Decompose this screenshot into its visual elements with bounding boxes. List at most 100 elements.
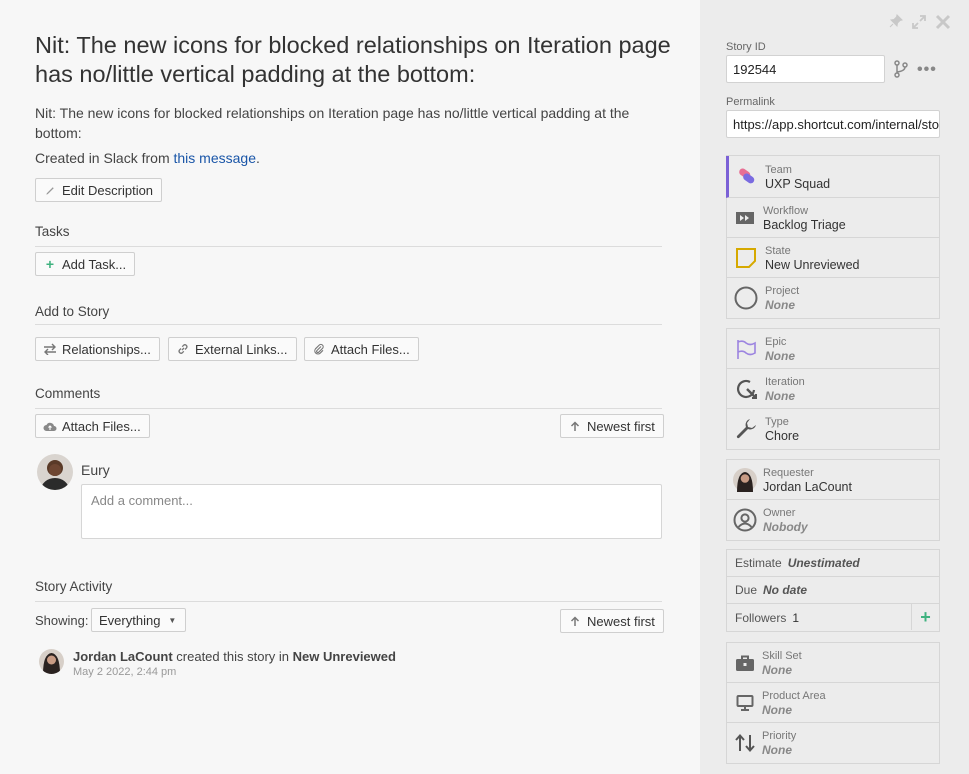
activity-time: May 2 2022, 2:44 pm (73, 666, 177, 678)
edit-description-button[interactable]: Edit Description (35, 178, 163, 202)
followers-label: Followers (735, 610, 787, 625)
add-to-story-divider (35, 324, 662, 325)
epic-field[interactable]: Epic None (727, 329, 939, 369)
activity-sort-label: Newest first (587, 613, 655, 629)
more-options-icon[interactable]: ••• (917, 61, 937, 79)
attach-files-button[interactable]: Attach Files... (304, 337, 419, 361)
paperclip-icon (312, 343, 326, 355)
team-icon (729, 167, 765, 187)
priority-icon (727, 733, 762, 753)
comment-placeholder: Add a comment... (91, 493, 193, 508)
comments-divider (35, 408, 662, 409)
pencil-icon (43, 185, 57, 196)
tasks-divider (35, 246, 662, 247)
edit-description-label: Edit Description (62, 182, 154, 198)
tasks-heading: Tasks (35, 224, 70, 239)
estimate-field[interactable]: Estimate Unestimated (727, 550, 939, 577)
comment-attach-files-button[interactable]: Attach Files... (35, 414, 150, 438)
state-value: New Unreviewed (765, 257, 860, 272)
cloud-upload-icon (43, 421, 57, 432)
workflow-field[interactable]: Workflow Backlog Triage (727, 198, 939, 238)
project-value: None (765, 298, 795, 312)
monitor-icon (727, 694, 762, 712)
story-title[interactable]: Nit: The new icons for blocked relations… (35, 31, 675, 89)
type-value: Chore (765, 429, 800, 443)
followers-field: Followers 1 + (727, 604, 939, 631)
estimate-value: Unestimated (787, 556, 860, 570)
requester-label: Requester (763, 466, 814, 479)
requester-avatar (727, 467, 763, 492)
comments-heading: Comments (35, 386, 101, 401)
owner-label: Owner (763, 507, 796, 519)
owner-field[interactable]: Owner Nobody (727, 500, 939, 540)
showing-label: Showing: (35, 613, 89, 628)
comment-attach-files-label: Attach Files... (62, 418, 141, 434)
link-icon (176, 343, 190, 355)
plus-icon: + (45, 256, 55, 272)
due-date-field[interactable]: Due No date (727, 577, 939, 604)
pin-icon[interactable] (889, 14, 903, 34)
comments-sort-button[interactable]: Newest first (560, 414, 664, 438)
epic-icon (727, 338, 765, 360)
arrow-up-icon (568, 420, 582, 432)
requester-field[interactable]: Requester Jordan LaCount (727, 460, 939, 500)
story-sidebar: Story ID 192544 ••• Permalink https://ap… (700, 0, 969, 774)
activity-sort-button[interactable]: Newest first (560, 609, 664, 633)
git-branch-icon[interactable] (893, 60, 909, 83)
epic-label: Epic (765, 335, 787, 348)
project-label: Project (765, 285, 800, 297)
state-label: State (765, 244, 791, 257)
requester-value: Jordan LaCount (763, 479, 852, 494)
close-icon[interactable] (935, 14, 951, 34)
state-icon (727, 247, 765, 269)
activity-actor[interactable]: Jordan LaCount (73, 649, 173, 664)
team-value: UXP Squad (765, 176, 831, 191)
activity-divider (35, 601, 662, 602)
wrench-icon (727, 417, 765, 441)
story-fields-group-4: Estimate Unestimated Due No date Followe… (726, 549, 940, 632)
jordan-avatar (39, 649, 64, 674)
team-label: Team (765, 163, 792, 176)
add-task-label: Add Task... (62, 256, 127, 272)
story-id-field[interactable]: 192544 (726, 55, 885, 83)
story-fields-group-3: Requester Jordan LaCount Owner Nobody (726, 459, 940, 541)
priority-label: Priority (762, 730, 797, 742)
activity-filter-select[interactable]: Everything ▼ (91, 608, 187, 632)
external-links-button[interactable]: External Links... (168, 337, 297, 361)
skill-set-label: Skill Set (762, 649, 802, 662)
briefcase-icon (727, 654, 762, 672)
activity-target[interactable]: New Unreviewed (293, 649, 396, 664)
story-main-panel: Nit: The new icons for blocked relations… (0, 0, 700, 774)
activity-action: created this story in (172, 649, 293, 664)
due-label: Due (735, 583, 758, 597)
followers-count: 1 (792, 610, 800, 625)
this-message-link[interactable]: this message (174, 150, 256, 166)
story-fields-group-2: Epic None Iteration None Type Chore (726, 328, 940, 450)
skill-set-value: None (762, 662, 792, 677)
permalink-field[interactable]: https://app.shortcut.com/internal/story/… (726, 110, 940, 138)
priority-field[interactable]: Priority None (727, 723, 939, 763)
add-to-story-heading: Add to Story (35, 304, 110, 319)
story-description[interactable]: Nit: The new icons for blocked relations… (35, 103, 665, 143)
workflow-label: Workflow (763, 204, 809, 217)
project-field[interactable]: Project None (727, 278, 939, 318)
skill-set-field[interactable]: Skill Set None (727, 643, 939, 683)
relationships-icon (43, 343, 57, 355)
iteration-field[interactable]: Iteration None (727, 369, 939, 409)
team-field[interactable]: Team UXP Squad (726, 156, 939, 198)
expand-icon[interactable] (911, 14, 927, 34)
comment-input[interactable]: Add a comment... (81, 484, 662, 539)
type-field[interactable]: Type Chore (727, 409, 939, 449)
created-note: Created in Slack from this message. (35, 150, 260, 166)
iteration-label: Iteration (765, 375, 805, 388)
relationships-label: Relationships... (62, 341, 151, 357)
add-task-button[interactable]: + Add Task... (35, 252, 136, 276)
iteration-icon (727, 378, 765, 400)
state-field[interactable]: State New Unreviewed (727, 238, 939, 278)
product-area-field[interactable]: Product Area None (727, 683, 939, 723)
activity-heading: Story Activity (35, 579, 113, 594)
comments-sort-label: Newest first (587, 418, 655, 434)
relationships-button[interactable]: Relationships... (35, 337, 160, 361)
add-follower-button[interactable]: + (911, 604, 939, 630)
plus-icon: + (920, 606, 931, 627)
